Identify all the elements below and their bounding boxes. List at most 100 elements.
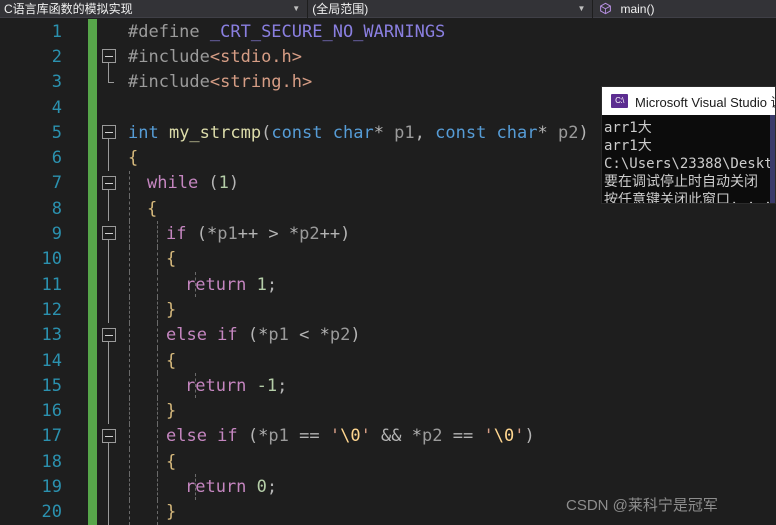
folding-margin[interactable] xyxy=(100,449,120,475)
code-line[interactable]: 14 { xyxy=(0,347,776,374)
console-output: arr1大 arr1大 C:\Users\23388\Desktop 要在调试停… xyxy=(604,120,776,204)
folding-margin[interactable] xyxy=(100,44,120,70)
folding-margin[interactable] xyxy=(100,69,120,95)
code-line[interactable]: 16} xyxy=(0,398,776,424)
line-number: 12 xyxy=(41,299,62,320)
change-bar xyxy=(88,499,97,525)
debug-console-window[interactable]: C:\ Microsoft Visual Studio 调试控制台 arr1大 … xyxy=(601,86,776,204)
code-token: 1 xyxy=(218,173,229,194)
code-line[interactable]: 15 return -1; xyxy=(0,373,776,399)
code-line[interactable]: 17 else if (* p1 == ' \0 ' && * p2 == ' \0 ') xyxy=(0,423,776,450)
collapse-toggle-icon[interactable] xyxy=(102,327,116,342)
code-token: ' xyxy=(329,426,341,447)
folding-margin[interactable] xyxy=(100,297,120,323)
code-token: p2 xyxy=(329,325,351,346)
folding-margin[interactable] xyxy=(100,120,120,146)
change-bar xyxy=(88,145,97,171)
console-title-bar: C:\ Microsoft Visual Studio 调试控制台 xyxy=(602,87,775,115)
code-line[interactable]: 11 return 1; xyxy=(0,271,776,298)
code-token: { xyxy=(166,350,177,371)
line-number: 6 xyxy=(51,148,62,169)
code-text: #include <string.h> xyxy=(120,70,312,95)
code-token: <stdio.h> xyxy=(209,46,303,67)
code-token: return xyxy=(185,274,257,295)
folding-margin[interactable] xyxy=(100,196,120,222)
code-text: if (* p1 ++ > * p2 ++) xyxy=(120,221,350,246)
folding-margin[interactable] xyxy=(100,95,120,120)
line-number: 13 xyxy=(41,325,62,346)
code-token: * xyxy=(206,224,218,245)
code-token: { xyxy=(147,198,158,219)
folding-margin[interactable] xyxy=(100,246,120,272)
scope-dropdown[interactable]: (全局范围) ▼ xyxy=(308,0,592,18)
code-text: { xyxy=(120,348,176,373)
code-token: p1 xyxy=(394,122,415,143)
collapse-toggle-icon[interactable] xyxy=(102,226,116,241)
folding-margin[interactable] xyxy=(100,347,120,374)
folding-margin[interactable] xyxy=(100,271,120,298)
collapse-toggle-icon[interactable] xyxy=(102,428,116,443)
line-number: 9 xyxy=(51,224,62,245)
folding-margin[interactable] xyxy=(100,221,120,247)
code-line[interactable]: 10 { xyxy=(0,246,776,272)
line-number: 19 xyxy=(41,476,62,497)
fold-connector xyxy=(108,449,109,475)
code-token: > xyxy=(268,224,289,245)
code-token: < xyxy=(299,325,320,346)
fold-connector xyxy=(108,145,109,171)
folding-margin[interactable] xyxy=(100,323,120,348)
change-bar xyxy=(88,322,97,348)
line-number: 20 xyxy=(41,502,62,523)
chevron-down-icon: ▼ xyxy=(577,3,586,13)
code-token: <string.h> xyxy=(209,72,313,93)
code-line[interactable]: 9 if (* p1 ++ > * p2 ++) xyxy=(0,221,776,247)
line-number: 4 xyxy=(51,97,62,118)
collapse-toggle-icon[interactable] xyxy=(102,49,116,64)
code-token: if xyxy=(166,224,197,245)
change-bar xyxy=(88,196,97,222)
folding-margin[interactable] xyxy=(100,474,120,500)
folding-margin[interactable] xyxy=(100,424,120,450)
code-line[interactable]: 1 #define _CRT_SECURE_NO_WARNINGS xyxy=(0,19,776,45)
code-token: p1 xyxy=(268,426,300,447)
code-token: const char xyxy=(435,122,538,143)
code-text: } xyxy=(120,297,176,322)
code-line[interactable]: 12} xyxy=(0,297,776,323)
code-text: #define _CRT_SECURE_NO_WARNINGS xyxy=(120,19,445,44)
code-token: * xyxy=(258,426,269,447)
fold-connector xyxy=(108,196,109,222)
folding-margin[interactable] xyxy=(100,171,120,197)
console-scrollbar[interactable] xyxy=(770,115,775,203)
change-bar xyxy=(88,423,97,450)
code-token: ++ xyxy=(319,224,341,245)
code-token: ++ xyxy=(237,224,269,245)
code-token: else if xyxy=(166,325,248,346)
line-number: 18 xyxy=(41,451,62,472)
folding-margin[interactable] xyxy=(100,145,120,171)
document-dropdown[interactable]: C语言库函数的模拟实现 ▼ xyxy=(0,0,307,18)
code-token: } xyxy=(166,299,177,320)
folding-margin[interactable] xyxy=(100,499,120,525)
member-dropdown[interactable]: main() xyxy=(593,0,776,18)
code-token: ( xyxy=(247,426,259,447)
line-number: 14 xyxy=(41,350,62,371)
code-text: return 0; xyxy=(120,474,277,499)
code-token: * xyxy=(537,122,558,143)
folding-margin[interactable] xyxy=(100,19,120,44)
code-line[interactable]: 18 { xyxy=(0,449,776,475)
fold-connector xyxy=(108,347,109,374)
scope-dropdown-label: (全局范围) xyxy=(312,2,369,16)
collapse-toggle-icon[interactable] xyxy=(102,175,116,190)
collapse-toggle-icon[interactable] xyxy=(102,125,116,140)
change-bar xyxy=(88,94,97,121)
code-text: } xyxy=(120,398,176,423)
folding-margin[interactable] xyxy=(100,373,120,399)
folding-margin[interactable] xyxy=(100,398,120,424)
code-token: * xyxy=(373,122,395,143)
code-token: ) xyxy=(350,325,361,346)
code-line[interactable]: 2 #include <stdio.h> xyxy=(0,44,776,70)
code-line[interactable]: 13 else if (* p1 < * p2) xyxy=(0,322,776,348)
code-token: ) xyxy=(228,173,240,194)
change-bar xyxy=(88,69,97,95)
code-token: p1 xyxy=(268,325,300,346)
